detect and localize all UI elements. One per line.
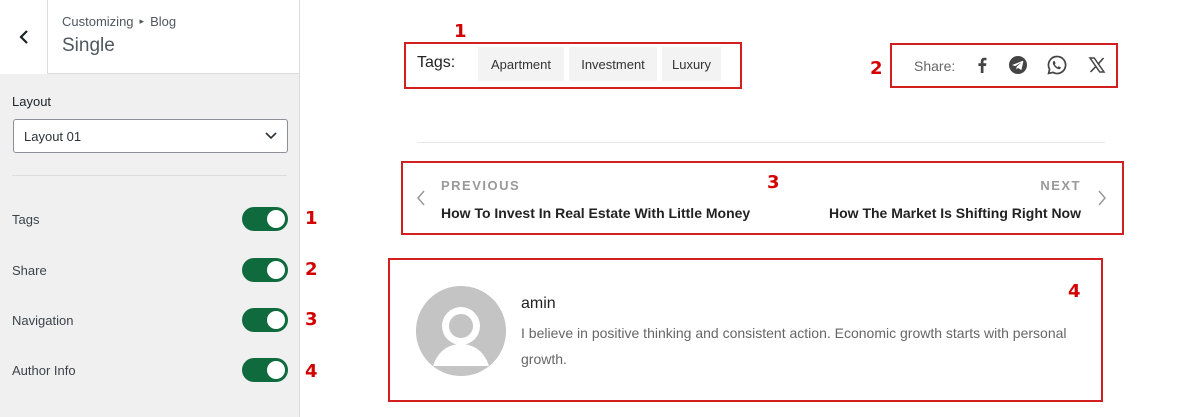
author-name[interactable]: amin: [521, 295, 556, 313]
marker-1: 1: [305, 208, 318, 229]
previous-post-link[interactable]: How To Invest In Real Estate With Little…: [441, 205, 750, 221]
breadcrumb-area: Customizing ▸ Blog Single: [48, 0, 190, 73]
sidebar-header: Customizing ▸ Blog Single: [0, 0, 299, 74]
toggle-knob: [267, 261, 285, 279]
marker-3: 3: [305, 309, 318, 330]
next-post-link[interactable]: How The Market Is Shifting Right Now: [829, 205, 1081, 221]
toggle-row-navigation: Navigation: [12, 308, 318, 332]
share-label: Share:: [914, 58, 956, 74]
layout-label: Layout: [12, 94, 52, 109]
tag-investment[interactable]: Investment: [569, 47, 657, 81]
navigation-toggle[interactable]: [242, 308, 288, 332]
annotation-number-1: 1: [454, 21, 467, 42]
chevron-right-icon[interactable]: [1097, 190, 1107, 206]
previous-label: PREVIOUS: [441, 178, 521, 193]
toggle-label-tags: Tags: [12, 211, 40, 227]
user-silhouette-icon: [416, 286, 506, 376]
annotation-box-navigation: [401, 161, 1124, 235]
panel-title: Single: [62, 35, 115, 56]
toggle-label-author-info: Author Info: [12, 362, 76, 378]
tag-luxury[interactable]: Luxury: [662, 47, 721, 81]
toggle-row-author-info: Author Info: [12, 358, 318, 382]
toggle-knob: [267, 210, 285, 228]
tag-apartment[interactable]: Apartment: [478, 47, 564, 81]
breadcrumb-root: Customizing: [62, 14, 134, 29]
layout-select-value: Layout 01: [24, 128, 82, 144]
annotation-number-2: 2: [870, 58, 883, 79]
breadcrumb-section: Blog: [150, 14, 177, 29]
separator-line: [417, 142, 1105, 143]
marker-4: 4: [305, 361, 318, 382]
chevron-down-icon: [265, 132, 277, 140]
layout-select[interactable]: Layout 01: [13, 119, 288, 153]
x-icon[interactable]: [1087, 55, 1107, 75]
toggle-knob: [267, 311, 285, 329]
whatsapp-icon[interactable]: [1047, 55, 1067, 75]
toggle-knob: [267, 361, 285, 379]
avatar: [416, 286, 506, 376]
share-toggle[interactable]: [242, 258, 288, 282]
breadcrumb-arrow-icon: ▸: [139, 16, 145, 26]
next-label: NEXT: [1040, 178, 1081, 193]
marker-2: 2: [305, 259, 318, 280]
author-info-toggle[interactable]: [242, 358, 288, 382]
chevron-left-icon[interactable]: [416, 190, 426, 206]
chevron-left-icon: [18, 30, 28, 44]
toggle-row-share: Share: [12, 258, 318, 282]
back-button[interactable]: [0, 0, 48, 74]
toggle-row-tags: Tags: [12, 207, 318, 231]
tags-toggle[interactable]: [242, 207, 288, 231]
toggle-label-navigation: Navigation: [12, 312, 74, 328]
toggle-label-share: Share: [12, 262, 47, 278]
telegram-icon[interactable]: [1008, 55, 1028, 75]
breadcrumb: Customizing ▸ Blog: [62, 14, 176, 29]
divider: [12, 175, 287, 176]
author-bio: I believe in positive thinking and consi…: [521, 325, 1067, 367]
tags-label: Tags:: [417, 54, 456, 71]
facebook-icon[interactable]: [972, 55, 992, 75]
